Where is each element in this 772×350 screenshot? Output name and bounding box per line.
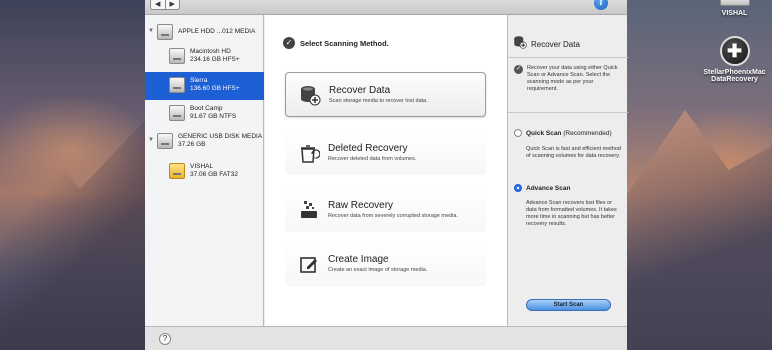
- database-plus-icon: [298, 83, 322, 107]
- checkmark-icon: ✓: [514, 65, 523, 74]
- trash-restore-icon: [297, 141, 321, 165]
- drive-size: 234.16 GB HFS+: [190, 56, 240, 63]
- drive-name: GENERIC USB DISK MEDIA: [178, 133, 263, 140]
- edit-image-icon: [297, 252, 321, 276]
- drive-list-item[interactable]: Boot Camp 91.67 GB NTFS: [145, 105, 264, 127]
- hard-disk-icon: [157, 24, 173, 40]
- back-button[interactable]: ◀: [151, 0, 165, 9]
- start-scan-button[interactable]: Start Scan: [526, 299, 611, 311]
- info-text: Recover your data using either Quick Sca…: [527, 65, 618, 92]
- hard-disk-icon: [169, 48, 185, 64]
- option-text: Raw Recovery Recover data from severely …: [328, 200, 458, 220]
- quick-scan-label: Quick Scan: [526, 129, 562, 137]
- recommended-note: (Recommended): [563, 129, 612, 137]
- desktop-app-stellar[interactable]: ✚ StellarPhoenixMac DataRecovery: [697, 36, 772, 83]
- divider: [508, 57, 628, 58]
- database-plus-icon: [513, 35, 527, 54]
- section-title: Select Scanning Method.: [300, 38, 389, 48]
- stellar-app-icon: ✚: [719, 36, 750, 66]
- section-header: ✓ Select Scanning Method.: [283, 37, 389, 49]
- drive-name: VISHAL: [190, 163, 214, 170]
- quick-scan-desc: Quick Scan is fast and efficient method …: [526, 146, 621, 159]
- radio-button-off[interactable]: [514, 129, 522, 137]
- usb-volume-icon: [169, 163, 185, 179]
- drive-list-item[interactable]: ▼ APPLE HDD ...012 MEDIA: [145, 24, 264, 44]
- checkmark-icon: ✓: [283, 37, 295, 49]
- drive-list-item[interactable]: Macintosh HD 234.16 GB HFS+: [145, 48, 264, 70]
- option-text: Deleted Recovery Recover deleted data fr…: [328, 143, 416, 163]
- desktop-drive-vishal[interactable]: VISHAL: [712, 0, 757, 17]
- option-text: Create Image Create an exact image of st…: [328, 254, 427, 274]
- drive-text: Boot Camp 91.67 GB NTFS: [190, 105, 236, 121]
- drive-list-item[interactable]: VISHAL 37.06 GB FAT32: [145, 163, 264, 185]
- app-window: ◀ ▶ i ▼ APPLE HDD ...012 MEDIA Macintosh…: [145, 0, 628, 350]
- hard-disk-icon: [169, 105, 185, 121]
- option-raw-recovery[interactable]: Raw Recovery Recover data from severely …: [285, 187, 486, 232]
- panel-info: ✓ Recover your data using either Quick S…: [514, 65, 622, 93]
- drive-size: 37.06 GB FAT32: [190, 171, 238, 178]
- drive-text: Macintosh HD 234.16 GB HFS+: [190, 48, 240, 64]
- drive-list-item[interactable]: ▼ GENERIC USB DISK MEDIA 37.26 GB: [145, 133, 264, 155]
- hard-disk-icon: [169, 77, 185, 93]
- drive-text: Sierra 136.60 GB HFS+: [190, 77, 240, 93]
- advance-scan-desc: Advance Scan recovers lost files or data…: [526, 200, 617, 227]
- drive-sidebar: ▼ APPLE HDD ...012 MEDIA Macintosh HD 23…: [145, 15, 264, 326]
- radio-label: Quick Scan (Recommended): [526, 130, 612, 137]
- radio-label: Advance Scan: [526, 185, 570, 192]
- footer-bar: ?: [145, 326, 627, 350]
- panel-title: Recover Data: [531, 40, 580, 49]
- drive-size: 37.26 GB: [178, 141, 206, 148]
- drive-name: APPLE HDD ...012 MEDIA: [178, 28, 256, 35]
- divider: [508, 112, 628, 113]
- drive-size: 91.67 GB NTFS: [190, 113, 237, 120]
- desktop-app-label-2: DataRecovery: [711, 76, 758, 83]
- scan-options-panel: Recover Data ✓ Recover your data using e…: [507, 15, 628, 326]
- desktop-drive-label: VISHAL: [721, 10, 748, 17]
- option-title: Deleted Recovery: [328, 142, 408, 154]
- drive-name: Boot Camp: [190, 105, 223, 112]
- option-desc: Scan storage media to recover lost data.: [329, 97, 428, 104]
- option-title: Raw Recovery: [328, 199, 394, 211]
- option-desc: Recover deleted data from volumes.: [328, 155, 417, 162]
- usb-disk-icon: [157, 133, 173, 149]
- help-icon[interactable]: ?: [159, 333, 171, 345]
- panel-header: Recover Data: [513, 35, 580, 54]
- disclosure-triangle-icon[interactable]: ▼: [145, 24, 157, 34]
- option-desc: Recover data from severely corrupted sto…: [328, 212, 458, 219]
- forward-button[interactable]: ▶: [164, 0, 180, 9]
- toolbar: ◀ ▶ i: [145, 0, 627, 15]
- quick-scan-radio[interactable]: Quick Scan (Recommended): [514, 129, 612, 137]
- drive-text: VISHAL 37.06 GB FAT32: [190, 163, 238, 179]
- nav-buttons: ◀ ▶: [150, 0, 180, 10]
- drive-text: GENERIC USB DISK MEDIA 37.26 GB: [178, 133, 262, 149]
- option-create-image[interactable]: Create Image Create an exact image of st…: [285, 241, 486, 286]
- scan-method-panel: ✓ Select Scanning Method. Recover Data S…: [265, 15, 507, 326]
- drive-name: Sierra: [190, 77, 208, 84]
- option-desc: Create an exact image of storage media.: [328, 266, 428, 273]
- drive-name: Macintosh HD: [190, 48, 231, 55]
- option-title: Create Image: [328, 253, 389, 265]
- drive-size: 136.60 GB HFS+: [190, 85, 240, 92]
- info-icon[interactable]: i: [594, 0, 608, 10]
- desktop-app-label-1: StellarPhoenixMac: [703, 69, 766, 76]
- advance-scan-radio[interactable]: Advance Scan: [514, 184, 570, 192]
- radio-button-on[interactable]: [514, 184, 522, 192]
- usb-drive-icon: [719, 0, 750, 6]
- disclosure-triangle-icon[interactable]: ▼: [145, 133, 157, 143]
- raw-disk-icon: [297, 198, 321, 222]
- drive-list-item-selected[interactable]: Sierra 136.60 GB HFS+: [145, 72, 264, 100]
- option-recover-data[interactable]: Recover Data Scan storage media to recov…: [285, 72, 486, 117]
- option-deleted-recovery[interactable]: Deleted Recovery Recover deleted data fr…: [285, 130, 486, 175]
- option-title: Recover Data: [329, 84, 391, 96]
- option-text: Recover Data Scan storage media to recov…: [329, 85, 428, 105]
- advance-scan-label: Advance Scan: [526, 184, 571, 192]
